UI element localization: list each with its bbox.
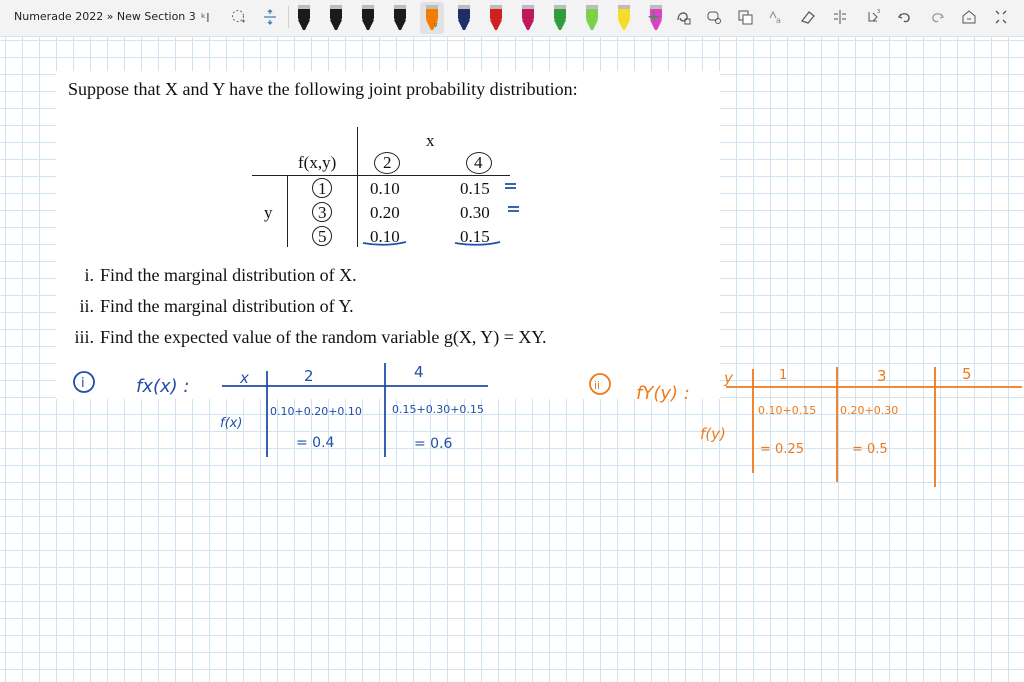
toolbar-separator	[288, 6, 289, 28]
drawing-toolbar: Numerade 2022 » New Section 3 ᵏI v + a 3	[0, 0, 1024, 37]
pen-yellow-icon[interactable]	[612, 2, 636, 34]
hw-orange-func: fY(y) :	[636, 383, 690, 404]
hw-orange-v1: 1	[779, 368, 787, 383]
ink-to-shape-icon[interactable]	[672, 6, 694, 28]
pen-magenta-icon[interactable]	[516, 2, 540, 34]
hw-blue-marker: i	[81, 376, 85, 391]
pen-black-2-icon[interactable]	[324, 2, 348, 34]
hw-orange-y: y	[723, 369, 734, 387]
hw-orange-sum2: 0.20+0.30	[840, 404, 898, 417]
hw-orange-v3: 3	[877, 367, 887, 385]
hw-orange-v5: 5	[962, 365, 972, 383]
pen-black-1-icon[interactable]	[292, 2, 316, 34]
pen-green-2-icon[interactable]	[580, 2, 604, 34]
undo-icon[interactable]	[894, 6, 916, 28]
fullscreen-icon[interactable]	[958, 6, 980, 28]
collapse-icon[interactable]	[990, 6, 1012, 28]
blue-table-annotations	[362, 183, 519, 246]
svg-text:ᵏI: ᵏI	[201, 11, 210, 25]
hw-blue-res2: = 0.6	[414, 436, 453, 452]
hw-orange-res2: = 0.5	[852, 442, 888, 457]
insert-space-icon[interactable]	[259, 6, 281, 28]
hw-blue-func: fx(x) :	[136, 376, 189, 397]
hw-orange-marker: ii	[594, 379, 600, 392]
hw-orange-res1: = 0.25	[760, 442, 804, 457]
lasso-select-icon[interactable]	[703, 6, 725, 28]
blue-solution: i fx(x) : x 2 4 f(x) 0.10+0.20+0.10 0.15…	[73, 363, 484, 452]
hw-blue-sum1: 0.10+0.20+0.10	[270, 405, 362, 418]
svg-text:3: 3	[877, 9, 880, 15]
pen-red-icon[interactable]	[484, 2, 508, 34]
hw-blue-fx: f(x)	[220, 416, 242, 431]
ink-layer: i fx(x) : x 2 4 f(x) 0.10+0.20+0.10 0.15…	[73, 183, 1022, 487]
lasso-icon[interactable]	[228, 6, 250, 28]
redo-icon[interactable]	[926, 6, 948, 28]
ink-to-math-icon[interactable]: a	[765, 6, 787, 28]
hw-orange-sum1: 0.10+0.15	[758, 404, 816, 417]
hw-blue-v4: 4	[414, 363, 424, 381]
add-pen-button[interactable]: +	[643, 6, 665, 28]
note-canvas[interactable]: Suppose that X and Y have the following …	[0, 37, 1024, 682]
orange-solution: ii fY(y) : y 1 3 5 f(y) 0.10+0.15 0.20+0…	[589, 365, 972, 457]
select-text-icon[interactable]: ᵏI	[198, 6, 220, 28]
window-title: Numerade 2022 » New Section 3	[14, 10, 196, 23]
pen-navy-1-icon[interactable]	[452, 2, 476, 34]
hw-blue-v2: 2	[304, 367, 314, 385]
pen-green-1-icon[interactable]	[548, 2, 572, 34]
pen-orange-icon[interactable]: v	[420, 2, 444, 34]
svg-text:a: a	[776, 16, 781, 25]
pen-black-3-icon[interactable]	[356, 2, 380, 34]
hw-blue-res1: = 0.4	[296, 435, 335, 451]
pen-black-4-icon[interactable]	[388, 2, 412, 34]
eraser-icon[interactable]	[797, 6, 819, 28]
orange-solution-rules	[726, 367, 1022, 487]
replay-icon[interactable]: 3	[862, 6, 884, 28]
hw-orange-fy: f(y)	[700, 425, 726, 443]
ruler-icon[interactable]	[829, 6, 851, 28]
hw-blue-x: x	[239, 369, 249, 387]
hw-blue-sum2: 0.15+0.30+0.15	[392, 403, 484, 416]
ink-to-text-icon[interactable]	[734, 6, 756, 28]
